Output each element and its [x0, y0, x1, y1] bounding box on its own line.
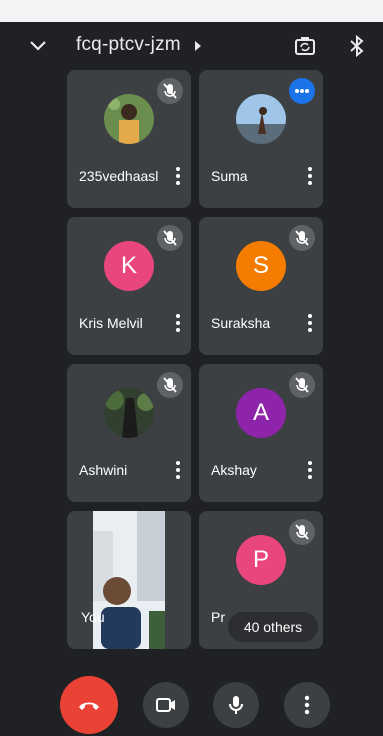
more-vert-icon[interactable]	[305, 166, 315, 186]
bluetooth-icon[interactable]	[346, 34, 368, 58]
mic-off-icon	[157, 225, 183, 251]
self-video-tile[interactable]: You	[67, 511, 191, 649]
top-bar: fcq-ptcv-jzm	[0, 22, 383, 72]
participant-tile[interactable]: S Suraksha	[199, 217, 323, 355]
participant-tile[interactable]: 235vedhaasl	[67, 70, 191, 208]
participant-tile[interactable]: Suma	[199, 70, 323, 208]
mic-off-icon	[289, 519, 315, 545]
participant-name: Suma	[211, 168, 248, 184]
mic-off-icon	[289, 372, 315, 398]
others-badge[interactable]: 40 others	[228, 612, 318, 642]
mic-off-icon	[157, 372, 183, 398]
participant-tile[interactable]: A Akshay	[199, 364, 323, 502]
participant-name: Pr	[211, 609, 225, 625]
mic-icon	[229, 696, 243, 714]
call-end-icon	[79, 702, 99, 710]
more-vert-icon[interactable]	[305, 460, 315, 480]
speaking-indicator-icon	[289, 78, 315, 104]
more-vert-icon[interactable]	[173, 313, 183, 333]
participant-name: Akshay	[211, 462, 257, 478]
participant-name: You	[81, 609, 105, 625]
participant-name: Suraksha	[211, 315, 271, 331]
avatar	[104, 94, 154, 144]
more-vert-icon[interactable]	[173, 166, 183, 186]
avatar: K	[104, 241, 154, 291]
more-vert-icon	[304, 695, 310, 715]
mic-button[interactable]	[213, 682, 259, 728]
participant-name: 235vedhaasl	[79, 168, 159, 184]
caret-right-icon[interactable]	[193, 39, 203, 53]
meeting-code[interactable]: fcq-ptcv-jzm	[76, 34, 181, 56]
avatar: P	[236, 535, 286, 585]
avatar	[236, 94, 286, 144]
avatar: A	[236, 388, 286, 438]
more-vert-icon[interactable]	[173, 460, 183, 480]
avatar: S	[236, 241, 286, 291]
participant-name: Ashwini	[79, 462, 128, 478]
avatar	[104, 388, 154, 438]
participant-name: Kris Melvil	[79, 315, 143, 331]
camera-button[interactable]	[143, 682, 189, 728]
more-options-button[interactable]	[284, 682, 330, 728]
switch-camera-icon[interactable]	[293, 34, 317, 58]
mic-off-icon	[157, 78, 183, 104]
more-vert-icon[interactable]	[305, 313, 315, 333]
status-bar	[0, 0, 383, 22]
participant-tile[interactable]: K Kris Melvil	[67, 217, 191, 355]
mic-off-icon	[289, 225, 315, 251]
self-video	[93, 511, 165, 649]
participant-tile[interactable]: Ashwini	[67, 364, 191, 502]
chevron-down-icon[interactable]	[26, 34, 50, 58]
videocam-icon	[156, 698, 175, 712]
end-call-button[interactable]	[60, 676, 118, 734]
